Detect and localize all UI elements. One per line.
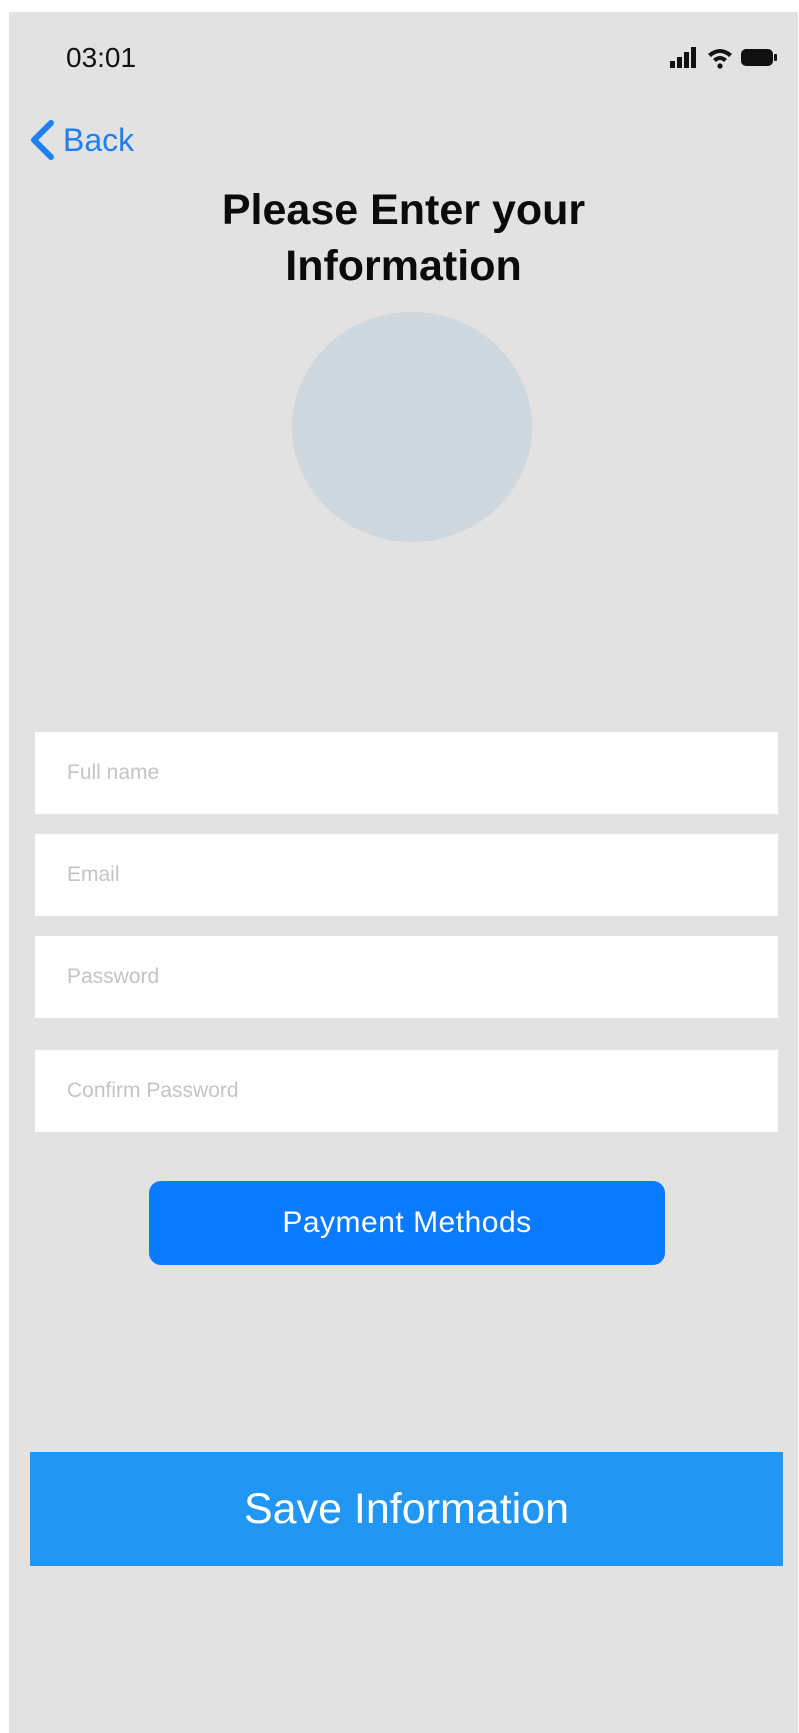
avatar[interactable] [292, 312, 532, 542]
back-label: Back [63, 121, 135, 158]
status-bar: 03:01 [9, 12, 798, 102]
full-name-input[interactable] [35, 732, 778, 814]
payment-methods-button[interactable]: Payment Methods [149, 1181, 665, 1265]
back-button[interactable]: Back [29, 116, 134, 164]
page-title-line2: Information [285, 242, 522, 290]
battery-icon [741, 49, 777, 66]
status-icons [670, 47, 777, 69]
password-input[interactable] [35, 936, 778, 1018]
wifi-icon [708, 49, 732, 69]
signal-icon [670, 47, 696, 68]
app-screen: 03:01 Back Please Enter your Information… [9, 12, 798, 1733]
email-input[interactable] [35, 834, 778, 916]
page-title-line1: Please Enter your [221, 186, 586, 234]
save-information-button[interactable]: Save Information [30, 1452, 783, 1566]
confirm-password-input[interactable] [35, 1050, 778, 1132]
status-time: 03:01 [66, 42, 137, 73]
page-title: Please Enter your Information [9, 182, 798, 294]
chevron-left-icon [31, 120, 54, 160]
